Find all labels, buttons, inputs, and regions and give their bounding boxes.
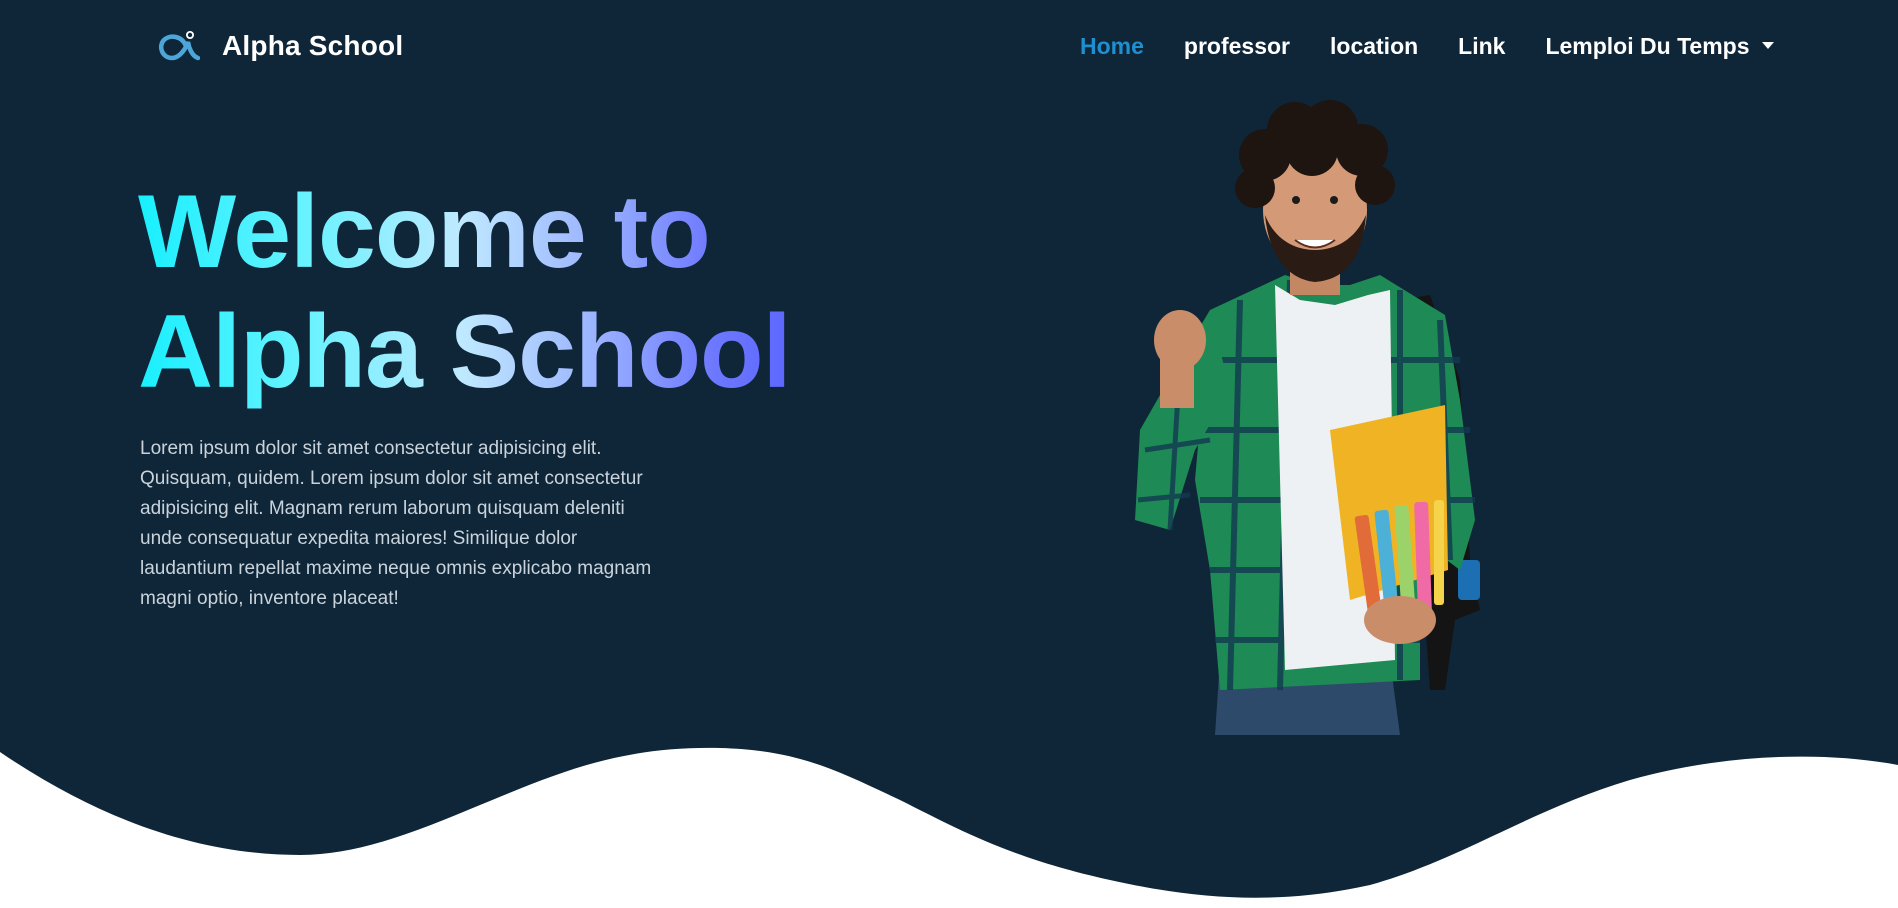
nav-dropdown-label: Lemploi Du Temps <box>1545 32 1750 59</box>
nav-link-home[interactable]: Home <box>1080 33 1144 60</box>
hero-description: Lorem ipsum dolor sit amet consectetur a… <box>140 438 652 609</box>
nav-link-location[interactable]: location <box>1330 33 1418 60</box>
nav-dropdown-emploi-du-temps[interactable]: Lemploi Du Temps <box>1545 32 1774 60</box>
landing-page: Alpha School Home professor location Lin… <box>0 0 1898 908</box>
student-illustration <box>1135 100 1480 735</box>
hero-title: Welcome to Alpha School <box>138 172 858 412</box>
nav-link-professor[interactable]: professor <box>1184 33 1290 60</box>
brand-link[interactable]: Alpha School <box>156 24 403 68</box>
brand-name: Alpha School <box>222 30 404 61</box>
nav-links: Home professor location Link Lemploi Du … <box>1080 28 1814 64</box>
caret-down-icon <box>1761 41 1774 49</box>
hero-title-line1: Welcome to <box>138 174 710 290</box>
top-navbar: Alpha School Home professor location Lin… <box>0 0 1898 92</box>
nav-link-link[interactable]: Link <box>1458 33 1505 60</box>
alpha-logo-icon <box>159 31 200 61</box>
hero-title-line2: Alpha School <box>138 294 791 410</box>
